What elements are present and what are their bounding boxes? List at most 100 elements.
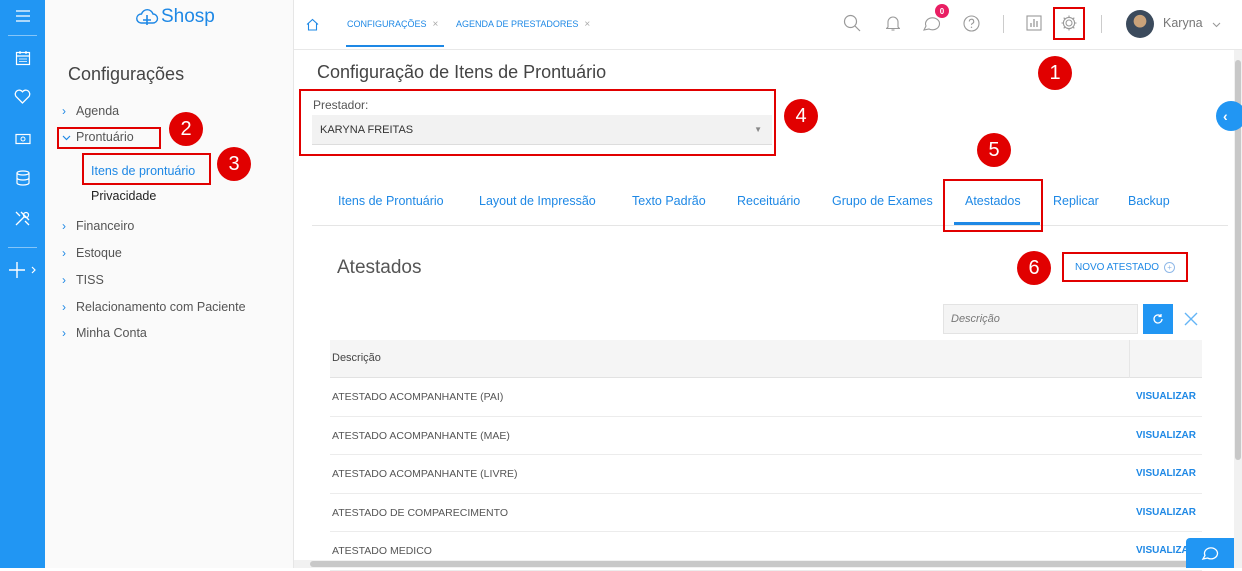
- page-title: Configuração de Itens de Prontuário: [317, 62, 607, 82]
- home-icon[interactable]: [300, 12, 324, 36]
- view-link[interactable]: VISUALIZAR: [1136, 468, 1196, 479]
- atestados-table: Descrição ATESTADO ACOMPANHANTE (PAI) VI…: [330, 340, 1202, 571]
- step-marker-3: 3: [217, 147, 251, 181]
- sidebar-item-label: Agenda: [76, 104, 120, 118]
- tab-layout-impressao[interactable]: Layout de Impressão: [479, 194, 596, 208]
- chevron-right-icon: ›: [62, 326, 66, 340]
- row-description: ATESTADO ACOMPANHANTE (LIVRE): [332, 468, 518, 480]
- sidebar-item-label: TISS: [76, 273, 104, 287]
- brand-name: Shosp: [161, 6, 215, 27]
- sidebar-item-label: Estoque: [76, 246, 122, 260]
- menu-icon[interactable]: [0, 4, 45, 28]
- sidebar-item-estoque[interactable]: › Estoque: [62, 246, 122, 260]
- topbar-divider: [1101, 15, 1102, 33]
- scroll-thumb[interactable]: [310, 561, 1190, 567]
- chat-support-button[interactable]: [1186, 538, 1234, 568]
- column-divider: [1129, 340, 1130, 378]
- tab-itens-prontuario[interactable]: Itens de Prontuário: [338, 194, 444, 208]
- tab-label: AGENDA DE PRESTADORES: [456, 19, 579, 29]
- tab-grupo-exames[interactable]: Grupo de Exames: [832, 194, 933, 208]
- sidebar-item-minha-conta[interactable]: › Minha Conta: [62, 326, 147, 340]
- sidebar-item-agenda[interactable]: › Agenda: [62, 104, 119, 118]
- config-tabs: Itens de Prontuário Layout de Impressão …: [312, 180, 1228, 226]
- database-icon[interactable]: [0, 166, 45, 190]
- tab-configuracoes[interactable]: CONFIGURAÇÕES ×: [347, 0, 438, 48]
- view-link[interactable]: VISUALIZAR: [1136, 507, 1196, 518]
- close-icon[interactable]: ×: [584, 19, 590, 30]
- chevron-left-icon: ‹: [1223, 108, 1228, 124]
- row-description: ATESTADO DE COMPARECIMENTO: [332, 506, 508, 519]
- avatar[interactable]: [1126, 10, 1154, 38]
- collapse-panel-button[interactable]: ‹: [1216, 101, 1242, 131]
- row-description: ATESTADO ACOMPANHANTE (MAE): [332, 429, 510, 442]
- row-description: ATESTADO MEDICO: [332, 545, 432, 557]
- brand-logo[interactable]: Shosp: [135, 6, 215, 28]
- tab-receituario[interactable]: Receituário: [737, 194, 800, 208]
- bell-icon[interactable]: [881, 11, 905, 35]
- refresh-button[interactable]: [1143, 304, 1173, 334]
- chevron-right-icon: ›: [62, 219, 66, 233]
- highlight-box-itens-prontuario: [82, 153, 211, 185]
- sidebar-item-tiss[interactable]: › TISS: [62, 273, 104, 287]
- table-row: ATESTADO ACOMPANHANTE (LIVRE) VISUALIZAR: [330, 455, 1202, 494]
- view-link[interactable]: VISUALIZAR: [1136, 391, 1196, 402]
- reports-icon[interactable]: [1022, 11, 1046, 35]
- chevron-right-icon: ›: [62, 246, 66, 260]
- view-link[interactable]: VISUALIZAR: [1136, 430, 1196, 441]
- step-marker-4: 4: [784, 99, 818, 133]
- highlight-box-atestados-tab: [943, 179, 1043, 232]
- cloud-cross-icon: [136, 9, 159, 25]
- topbar-divider: [1003, 15, 1004, 33]
- search-icon[interactable]: [840, 11, 864, 35]
- close-icon: [1184, 312, 1198, 326]
- table-header: Descrição: [330, 340, 1202, 378]
- heart-icon[interactable]: [0, 84, 45, 108]
- highlight-box-prestador: [299, 89, 776, 156]
- settings-sidebar: Shosp Configurações › Agenda Prontuário …: [45, 0, 294, 568]
- column-header-descricao[interactable]: Descrição: [332, 352, 381, 364]
- horizontal-scrollbar[interactable]: [294, 560, 1234, 568]
- description-search-input[interactable]: [943, 304, 1138, 334]
- tab-agenda-prestadores[interactable]: AGENDA DE PRESTADORES ×: [456, 0, 590, 48]
- highlight-box-gear: [1053, 7, 1085, 40]
- highlight-box-novo-atestado: [1062, 252, 1188, 282]
- chat-icon: [1201, 547, 1219, 560]
- table-row: ATESTADO ACOMPANHANTE (PAI) VISUALIZAR: [330, 378, 1202, 417]
- tools-icon[interactable]: [0, 206, 45, 230]
- add-icon[interactable]: [0, 258, 45, 282]
- step-marker-6: 6: [1017, 251, 1051, 285]
- rail-divider: [8, 35, 37, 36]
- chevron-down-icon[interactable]: [1204, 13, 1228, 37]
- step-marker-2: 2: [169, 112, 203, 146]
- notification-badge: 0: [935, 4, 949, 18]
- refresh-icon: [1153, 314, 1163, 324]
- sidebar-item-financeiro[interactable]: › Financeiro: [62, 219, 134, 233]
- sidebar-item-label: Financeiro: [76, 219, 135, 233]
- rail-divider: [8, 247, 37, 248]
- highlight-box-prontuario: [57, 127, 161, 149]
- tab-backup[interactable]: Backup: [1128, 194, 1170, 208]
- sidebar-item-relacionamento[interactable]: › Relacionamento com Paciente: [62, 300, 246, 314]
- chevron-right-icon: ›: [62, 273, 66, 287]
- sidebar-title: Configurações: [68, 64, 185, 84]
- row-description: ATESTADO ACOMPANHANTE (PAI): [332, 391, 504, 403]
- tab-texto-padrao[interactable]: Texto Padrão: [632, 194, 706, 208]
- clear-search-button[interactable]: [1180, 307, 1202, 331]
- active-tab-indicator: [346, 45, 444, 47]
- step-marker-5: 5: [977, 133, 1011, 167]
- chevron-right-icon: ›: [62, 300, 66, 314]
- table-row: ATESTADO DE COMPARECIMENTO VISUALIZAR: [330, 494, 1202, 532]
- close-icon[interactable]: ×: [433, 19, 439, 30]
- user-name[interactable]: Karyna: [1163, 16, 1203, 30]
- money-icon[interactable]: [0, 127, 45, 151]
- section-title: Atestados: [337, 257, 422, 278]
- help-icon[interactable]: [959, 11, 983, 35]
- calendar-icon[interactable]: [0, 46, 45, 70]
- sidebar-subitem-privacidade[interactable]: Privacidade: [91, 189, 156, 203]
- step-marker-1: 1: [1038, 56, 1072, 90]
- table-row: ATESTADO ACOMPANHANTE (MAE) VISUALIZAR: [330, 417, 1202, 455]
- tab-replicar[interactable]: Replicar: [1053, 194, 1099, 208]
- tab-label: CONFIGURAÇÕES: [347, 19, 427, 29]
- sidebar-item-label: Relacionamento com Paciente: [76, 300, 246, 314]
- chevron-right-icon: ›: [62, 104, 66, 118]
